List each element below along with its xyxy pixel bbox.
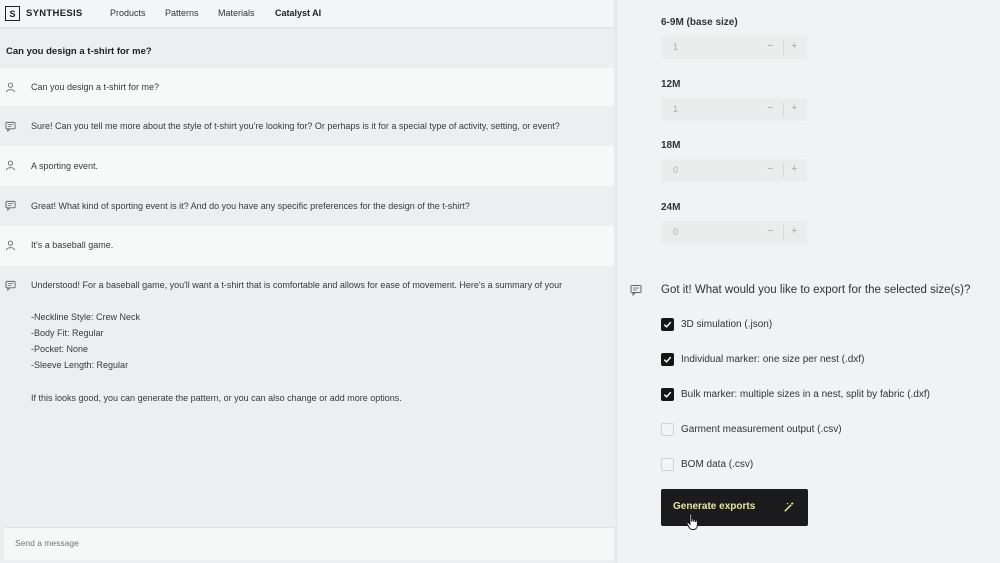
message-text: If this looks good, you can generate the… [31, 393, 402, 403]
check-icon [663, 356, 672, 363]
message-text: Can you design a t-shirt for me? [31, 82, 160, 92]
button-label[interactable]: Generate exports [673, 501, 755, 512]
message-text: Great! What kind of sporting event is it… [31, 201, 470, 211]
checkbox[interactable] [661, 423, 674, 436]
magic-wand-icon [784, 502, 794, 512]
chat-icon [5, 280, 16, 291]
message-text: A sporting event. [31, 161, 99, 171]
increment-button[interactable]: + [791, 102, 797, 114]
option-label[interactable]: Individual marker: one size per nest (.d… [681, 354, 864, 365]
export-option-individual-marker[interactable]: Individual marker: one size per nest (.d… [661, 353, 864, 366]
chat-message-user: It's a baseball game. [0, 226, 614, 266]
chat-icon [630, 285, 642, 296]
chat-message-user: Can you design a t-shirt for me? [0, 68, 614, 106]
quantity-value[interactable]: 0 [673, 165, 678, 175]
summary-pocket: -Pocket: None [31, 344, 89, 354]
option-label[interactable]: Bulk marker: multiple sizes in a nest, s… [681, 389, 930, 400]
export-option-bulk-marker[interactable]: Bulk marker: multiple sizes in a nest, s… [661, 388, 930, 401]
top-navigation: S SYNTHESIS Products Patterns Materials … [0, 0, 614, 27]
divider [783, 225, 784, 240]
quantity-stepper[interactable]: 1 − + [661, 36, 807, 59]
chat-message-assistant: Understood! For a baseball game, you'll … [0, 266, 614, 416]
option-label[interactable]: Garment measurement output (.csv) [681, 424, 842, 435]
message-input[interactable] [15, 538, 575, 548]
nav-link-materials[interactable]: Materials [218, 8, 255, 18]
quantity-value[interactable]: 1 [673, 42, 678, 52]
generate-exports-button[interactable]: Generate exports [661, 489, 808, 526]
size-label: 18M [661, 140, 681, 151]
message-text: Understood! For a baseball game, you'll … [31, 280, 563, 290]
divider [783, 102, 784, 117]
export-option-garment-measurement[interactable]: Garment measurement output (.csv) [661, 423, 842, 436]
export-option-bom-data[interactable]: BOM data (.csv) [661, 458, 753, 471]
quantity-stepper[interactable]: 0 − + [661, 159, 807, 182]
brand-name[interactable]: SYNTHESIS [26, 8, 83, 19]
summary-sleeve-length: -Sleeve Length: Regular [31, 360, 129, 370]
option-label[interactable]: BOM data (.csv) [681, 459, 753, 470]
divider [783, 163, 784, 178]
decrement-button[interactable]: − [767, 163, 773, 175]
chat-message-assistant: Great! What kind of sporting event is it… [0, 186, 614, 226]
message-text: It's a baseball game. [31, 240, 114, 250]
decrement-button[interactable]: − [767, 225, 773, 237]
chat-icon [5, 121, 16, 132]
summary-body-fit: -Body Fit: Regular [31, 328, 104, 338]
decrement-button[interactable]: − [767, 102, 773, 114]
nav-link-products[interactable]: Products [110, 8, 146, 18]
export-question: Got it! What would you like to export fo… [661, 284, 971, 296]
increment-button[interactable]: + [791, 40, 797, 52]
export-option-3d-simulation[interactable]: 3D simulation (.json) [661, 318, 772, 331]
chat-message-assistant: Sure! Can you tell me more about the sty… [0, 106, 614, 146]
message-text: Sure! Can you tell me more about the sty… [31, 121, 560, 131]
quantity-value[interactable]: 0 [673, 227, 678, 237]
chat-pane: S SYNTHESIS Products Patterns Materials … [0, 0, 614, 563]
divider [783, 40, 784, 55]
user-icon [5, 240, 16, 251]
check-icon [663, 391, 672, 398]
user-icon [5, 82, 16, 93]
size-label: 24M [661, 202, 681, 213]
chat-message-user: A sporting event. [0, 146, 614, 186]
message-composer [4, 527, 614, 560]
increment-button[interactable]: + [791, 225, 797, 237]
logo-letter: S [9, 8, 16, 19]
size-label: 6-9M (base size) [661, 17, 738, 28]
size-label: 12M [661, 79, 681, 90]
user-icon [5, 160, 16, 171]
quantity-stepper[interactable]: 0 − + [661, 221, 807, 244]
summary-neckline: -Neckline Style: Crew Neck [31, 312, 141, 322]
option-label[interactable]: 3D simulation (.json) [681, 319, 772, 330]
chat-title: Can you design a t-shirt for me? [6, 46, 152, 57]
increment-button[interactable]: + [791, 163, 797, 175]
decrement-button[interactable]: − [767, 40, 773, 52]
chat-icon [5, 200, 16, 211]
export-pane: 6-9M (base size) 1 − + 12M 1 − + 18M 0 −… [618, 0, 1000, 563]
logo[interactable]: S [5, 6, 20, 21]
nav-link-patterns[interactable]: Patterns [165, 8, 199, 18]
quantity-value[interactable]: 1 [673, 104, 678, 114]
check-icon [663, 321, 672, 328]
hand-cursor-icon [686, 513, 698, 530]
checkbox[interactable] [661, 388, 674, 401]
checkbox[interactable] [661, 458, 674, 471]
nav-link-catalyst-ai[interactable]: Catalyst AI [275, 8, 321, 18]
checkbox[interactable] [661, 318, 674, 331]
quantity-stepper[interactable]: 1 − + [661, 98, 807, 121]
checkbox[interactable] [661, 353, 674, 366]
